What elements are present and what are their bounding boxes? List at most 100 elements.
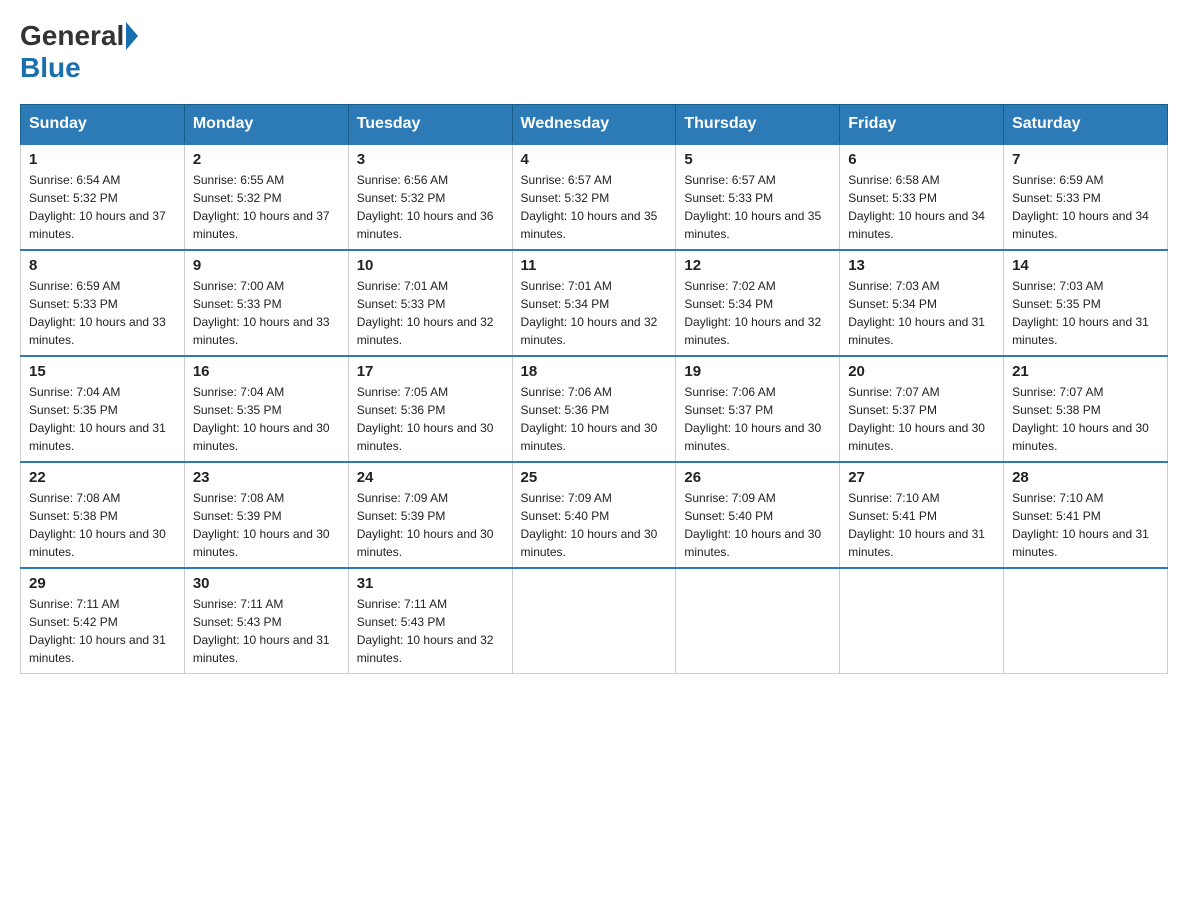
calendar-cell: 22 Sunrise: 7:08 AMSunset: 5:38 PMDaylig… — [21, 462, 185, 568]
calendar-cell: 20 Sunrise: 7:07 AMSunset: 5:37 PMDaylig… — [840, 356, 1004, 462]
calendar-week-row: 1 Sunrise: 6:54 AMSunset: 5:32 PMDayligh… — [21, 144, 1168, 250]
calendar-week-row: 15 Sunrise: 7:04 AMSunset: 5:35 PMDaylig… — [21, 356, 1168, 462]
day-info: Sunrise: 7:01 AMSunset: 5:34 PMDaylight:… — [521, 277, 668, 349]
calendar-cell: 14 Sunrise: 7:03 AMSunset: 5:35 PMDaylig… — [1004, 250, 1168, 356]
calendar-header-row: SundayMondayTuesdayWednesdayThursdayFrid… — [21, 105, 1168, 145]
calendar-cell: 8 Sunrise: 6:59 AMSunset: 5:33 PMDayligh… — [21, 250, 185, 356]
day-info: Sunrise: 7:10 AMSunset: 5:41 PMDaylight:… — [848, 489, 995, 561]
day-info: Sunrise: 7:03 AMSunset: 5:34 PMDaylight:… — [848, 277, 995, 349]
calendar-cell: 1 Sunrise: 6:54 AMSunset: 5:32 PMDayligh… — [21, 144, 185, 250]
day-number: 22 — [29, 469, 176, 486]
day-number: 2 — [193, 151, 340, 168]
day-number: 9 — [193, 257, 340, 274]
day-number: 8 — [29, 257, 176, 274]
day-info: Sunrise: 7:01 AMSunset: 5:33 PMDaylight:… — [357, 277, 504, 349]
day-info: Sunrise: 7:09 AMSunset: 5:40 PMDaylight:… — [521, 489, 668, 561]
day-info: Sunrise: 7:10 AMSunset: 5:41 PMDaylight:… — [1012, 489, 1159, 561]
day-info: Sunrise: 6:58 AMSunset: 5:33 PMDaylight:… — [848, 171, 995, 243]
day-info: Sunrise: 7:09 AMSunset: 5:39 PMDaylight:… — [357, 489, 504, 561]
day-number: 29 — [29, 575, 176, 592]
day-info: Sunrise: 7:06 AMSunset: 5:36 PMDaylight:… — [521, 383, 668, 455]
calendar-cell: 9 Sunrise: 7:00 AMSunset: 5:33 PMDayligh… — [184, 250, 348, 356]
day-number: 1 — [29, 151, 176, 168]
weekday-header-friday: Friday — [840, 105, 1004, 145]
day-number: 4 — [521, 151, 668, 168]
day-number: 16 — [193, 363, 340, 380]
day-info: Sunrise: 7:07 AMSunset: 5:37 PMDaylight:… — [848, 383, 995, 455]
day-number: 20 — [848, 363, 995, 380]
day-number: 14 — [1012, 257, 1159, 274]
day-info: Sunrise: 7:04 AMSunset: 5:35 PMDaylight:… — [29, 383, 176, 455]
day-number: 18 — [521, 363, 668, 380]
day-info: Sunrise: 7:11 AMSunset: 5:43 PMDaylight:… — [193, 595, 340, 667]
day-number: 19 — [684, 363, 831, 380]
day-info: Sunrise: 7:03 AMSunset: 5:35 PMDaylight:… — [1012, 277, 1159, 349]
day-info: Sunrise: 7:05 AMSunset: 5:36 PMDaylight:… — [357, 383, 504, 455]
day-number: 31 — [357, 575, 504, 592]
day-info: Sunrise: 7:02 AMSunset: 5:34 PMDaylight:… — [684, 277, 831, 349]
day-info: Sunrise: 6:59 AMSunset: 5:33 PMDaylight:… — [1012, 171, 1159, 243]
day-number: 21 — [1012, 363, 1159, 380]
logo-triangle-icon — [126, 22, 138, 50]
calendar-cell: 18 Sunrise: 7:06 AMSunset: 5:36 PMDaylig… — [512, 356, 676, 462]
day-number: 26 — [684, 469, 831, 486]
calendar-table: SundayMondayTuesdayWednesdayThursdayFrid… — [20, 104, 1168, 674]
calendar-cell — [676, 568, 840, 674]
calendar-cell: 12 Sunrise: 7:02 AMSunset: 5:34 PMDaylig… — [676, 250, 840, 356]
day-number: 28 — [1012, 469, 1159, 486]
day-info: Sunrise: 7:08 AMSunset: 5:39 PMDaylight:… — [193, 489, 340, 561]
calendar-cell: 2 Sunrise: 6:55 AMSunset: 5:32 PMDayligh… — [184, 144, 348, 250]
day-info: Sunrise: 6:57 AMSunset: 5:32 PMDaylight:… — [521, 171, 668, 243]
calendar-cell: 4 Sunrise: 6:57 AMSunset: 5:32 PMDayligh… — [512, 144, 676, 250]
day-info: Sunrise: 7:04 AMSunset: 5:35 PMDaylight:… — [193, 383, 340, 455]
day-number: 10 — [357, 257, 504, 274]
day-number: 15 — [29, 363, 176, 380]
day-number: 5 — [684, 151, 831, 168]
calendar-cell: 19 Sunrise: 7:06 AMSunset: 5:37 PMDaylig… — [676, 356, 840, 462]
day-info: Sunrise: 6:55 AMSunset: 5:32 PMDaylight:… — [193, 171, 340, 243]
weekday-header-tuesday: Tuesday — [348, 105, 512, 145]
calendar-cell: 17 Sunrise: 7:05 AMSunset: 5:36 PMDaylig… — [348, 356, 512, 462]
calendar-cell: 6 Sunrise: 6:58 AMSunset: 5:33 PMDayligh… — [840, 144, 1004, 250]
day-info: Sunrise: 7:07 AMSunset: 5:38 PMDaylight:… — [1012, 383, 1159, 455]
day-info: Sunrise: 7:09 AMSunset: 5:40 PMDaylight:… — [684, 489, 831, 561]
day-number: 6 — [848, 151, 995, 168]
calendar-cell: 7 Sunrise: 6:59 AMSunset: 5:33 PMDayligh… — [1004, 144, 1168, 250]
weekday-header-monday: Monday — [184, 105, 348, 145]
day-info: Sunrise: 6:56 AMSunset: 5:32 PMDaylight:… — [357, 171, 504, 243]
day-info: Sunrise: 6:54 AMSunset: 5:32 PMDaylight:… — [29, 171, 176, 243]
calendar-cell: 29 Sunrise: 7:11 AMSunset: 5:42 PMDaylig… — [21, 568, 185, 674]
calendar-cell: 24 Sunrise: 7:09 AMSunset: 5:39 PMDaylig… — [348, 462, 512, 568]
calendar-cell: 27 Sunrise: 7:10 AMSunset: 5:41 PMDaylig… — [840, 462, 1004, 568]
day-number: 17 — [357, 363, 504, 380]
calendar-week-row: 29 Sunrise: 7:11 AMSunset: 5:42 PMDaylig… — [21, 568, 1168, 674]
calendar-cell: 30 Sunrise: 7:11 AMSunset: 5:43 PMDaylig… — [184, 568, 348, 674]
day-info: Sunrise: 6:59 AMSunset: 5:33 PMDaylight:… — [29, 277, 176, 349]
day-number: 3 — [357, 151, 504, 168]
calendar-cell: 3 Sunrise: 6:56 AMSunset: 5:32 PMDayligh… — [348, 144, 512, 250]
logo-blue-text: Blue — [20, 52, 81, 83]
calendar-week-row: 8 Sunrise: 6:59 AMSunset: 5:33 PMDayligh… — [21, 250, 1168, 356]
day-number: 23 — [193, 469, 340, 486]
day-info: Sunrise: 6:57 AMSunset: 5:33 PMDaylight:… — [684, 171, 831, 243]
calendar-cell: 10 Sunrise: 7:01 AMSunset: 5:33 PMDaylig… — [348, 250, 512, 356]
weekday-header-thursday: Thursday — [676, 105, 840, 145]
weekday-header-wednesday: Wednesday — [512, 105, 676, 145]
day-number: 11 — [521, 257, 668, 274]
day-number: 30 — [193, 575, 340, 592]
logo-general-text: General — [20, 20, 124, 52]
calendar-cell — [1004, 568, 1168, 674]
calendar-cell: 23 Sunrise: 7:08 AMSunset: 5:39 PMDaylig… — [184, 462, 348, 568]
page-header: General Blue — [20, 20, 1168, 84]
calendar-cell: 11 Sunrise: 7:01 AMSunset: 5:34 PMDaylig… — [512, 250, 676, 356]
weekday-header-saturday: Saturday — [1004, 105, 1168, 145]
logo: General Blue — [20, 20, 140, 84]
weekday-header-sunday: Sunday — [21, 105, 185, 145]
day-number: 24 — [357, 469, 504, 486]
day-info: Sunrise: 7:06 AMSunset: 5:37 PMDaylight:… — [684, 383, 831, 455]
day-info: Sunrise: 7:08 AMSunset: 5:38 PMDaylight:… — [29, 489, 176, 561]
calendar-cell: 26 Sunrise: 7:09 AMSunset: 5:40 PMDaylig… — [676, 462, 840, 568]
day-info: Sunrise: 7:11 AMSunset: 5:42 PMDaylight:… — [29, 595, 176, 667]
calendar-cell: 15 Sunrise: 7:04 AMSunset: 5:35 PMDaylig… — [21, 356, 185, 462]
calendar-cell: 13 Sunrise: 7:03 AMSunset: 5:34 PMDaylig… — [840, 250, 1004, 356]
